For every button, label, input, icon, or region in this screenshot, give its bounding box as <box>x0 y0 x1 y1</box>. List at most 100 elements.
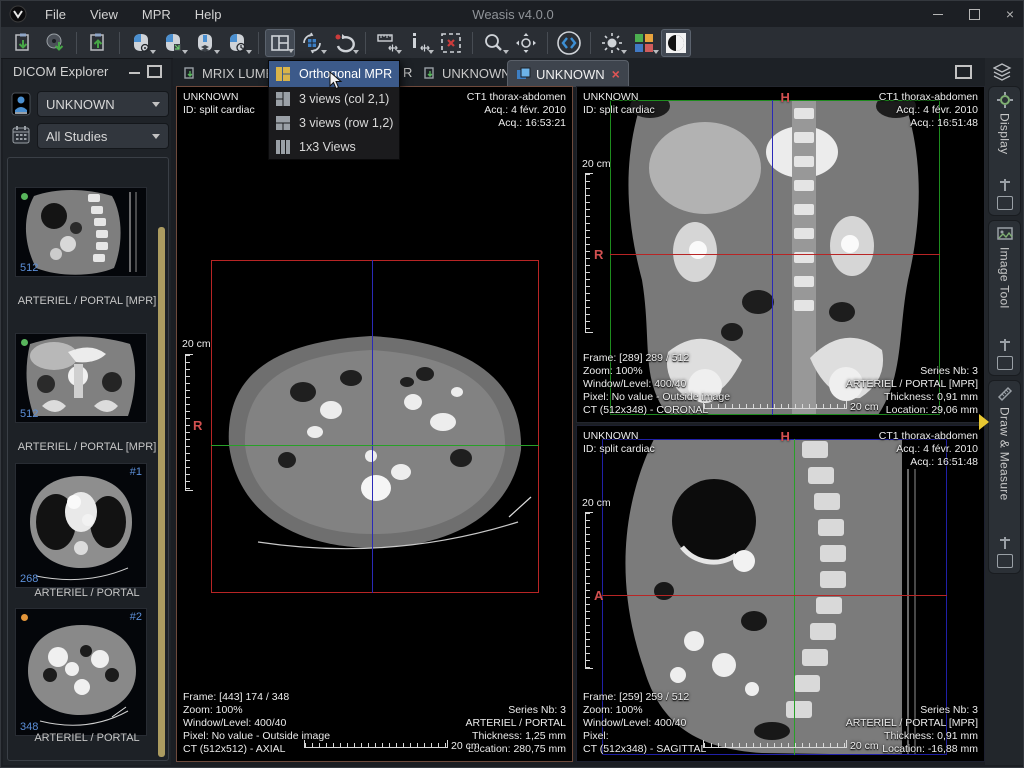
dicom-export-icon[interactable] <box>83 29 113 57</box>
layout-row12-icon <box>275 115 291 131</box>
orientation-left: R <box>594 247 603 262</box>
mouse-middle-button-icon[interactable] <box>190 29 220 57</box>
horizontal-ruler <box>304 740 448 748</box>
thumbnail-series-4[interactable]: #2 348 <box>15 608 147 736</box>
sidebar-tab-display[interactable]: Display <box>988 86 1021 216</box>
overlay-top-right: CT1 thorax-abdomenAcq.: 4 févr. 2010Acq.… <box>467 91 566 130</box>
mouse-right-button-icon[interactable] <box>158 29 188 57</box>
crosshair-navigation-icon[interactable] <box>554 29 584 57</box>
lut-icon[interactable] <box>629 29 659 57</box>
vertical-ruler <box>185 354 193 491</box>
detach-icon[interactable] <box>997 356 1013 370</box>
mpr-sagittal-line[interactable] <box>772 100 773 415</box>
orientation-top: H <box>781 90 790 105</box>
maximize-button[interactable] <box>965 5 983 23</box>
tab-close-icon[interactable]: × <box>612 66 620 82</box>
tab-unknown-2-active[interactable]: UNKNOWN × <box>507 60 629 87</box>
selection-delete-icon[interactable] <box>436 29 466 57</box>
layout-1x3-icon <box>275 139 291 155</box>
series-open-dot <box>21 193 28 200</box>
cd-import-icon[interactable] <box>40 29 70 57</box>
overlay-bottom-right: Series Nb: 3ARTERIEL / PORTALThickness: … <box>465 704 566 756</box>
mpr-axial-line[interactable] <box>610 254 940 255</box>
pin-icon[interactable] <box>1000 537 1010 549</box>
menu-item-1x3-views[interactable]: 1x3 Views <box>269 135 399 159</box>
thumbnail-series-3[interactable]: #1 268 <box>15 463 147 588</box>
display-settings-icon <box>997 92 1013 108</box>
tab-unknown-1[interactable]: UNKNOWN <box>415 60 519 86</box>
study-select[interactable]: All Studies <box>37 123 169 149</box>
horizontal-ruler <box>703 740 847 748</box>
overlay-top-left: UNKNOWNID: split cardiac <box>183 91 255 117</box>
mpr-coronal-line[interactable] <box>211 445 539 446</box>
vertical-ruler-label: 20 cm <box>182 338 211 351</box>
series-badge: #1 <box>130 466 142 478</box>
series-label: ARTERIEL / PORTAL [MPR] <box>7 295 167 307</box>
overlay-top-right: CT1 thorax-abdomenAcq.: 4 févr. 2010Acq.… <box>879 430 978 469</box>
tab-partial-label: R <box>403 65 412 80</box>
detach-icon[interactable] <box>997 196 1013 210</box>
measurement-tools-icon[interactable] <box>372 29 402 57</box>
mpr-coronal-line[interactable] <box>794 439 795 755</box>
vertical-ruler-label: 20 cm <box>582 158 611 171</box>
series-count: 512 <box>20 408 38 420</box>
series-badge: #2 <box>130 611 142 623</box>
pan-icon[interactable] <box>511 29 541 57</box>
dicom-import-icon[interactable] <box>8 29 38 57</box>
viewport-coronal[interactable]: UNKNOWNID: split cardiac CT1 thorax-abdo… <box>576 86 985 423</box>
calendar-icon <box>12 125 30 145</box>
overlay-top-left: UNKNOWNID: split cardiac <box>583 91 655 117</box>
layout-col21-icon <box>275 91 291 107</box>
collapse-arrow-icon[interactable] <box>979 414 989 430</box>
horizontal-ruler-label: 20 cm <box>850 740 879 753</box>
sidebar-tab-draw-measure[interactable]: Draw & Measure <box>988 380 1021 574</box>
weasis-window: Weasis v4.0.0 File View MPR Help × <box>0 0 1024 768</box>
explorer-title: DICOM Explorer <box>13 64 108 79</box>
menu-view[interactable]: View <box>78 7 130 22</box>
detach-icon[interactable] <box>997 554 1013 568</box>
tab-mrix-lumb[interactable]: MRIX LUMB <box>175 60 282 86</box>
pin-icon[interactable] <box>1000 179 1010 191</box>
orientation-left: A <box>594 588 603 603</box>
invert-lut-icon[interactable] <box>661 29 691 57</box>
menu-item-3views-row[interactable]: 3 views (row 1,2) <box>269 111 399 135</box>
right-sidebar: Display Image Tool Draw & Measure <box>985 58 1024 765</box>
explorer-detach-icon[interactable] <box>147 65 162 78</box>
layout-icon[interactable] <box>265 29 295 57</box>
horizontal-ruler-label: 20 cm <box>850 401 879 414</box>
viewport-sagittal[interactable]: UNKNOWNID: split cardiac CT1 thorax-abdo… <box>576 425 985 762</box>
weasis-logo-icon <box>9 5 27 23</box>
overlay-top-right: CT1 thorax-abdomenAcq.: 4 févr. 2010Acq.… <box>879 91 978 130</box>
series-label: ARTERIEL / PORTAL [MPR] <box>7 441 167 453</box>
mpr-axial-line[interactable] <box>602 595 947 596</box>
series-tab-icon <box>183 66 197 80</box>
mouse-cursor <box>329 71 343 91</box>
orientation-left: R <box>193 418 202 433</box>
window-level-icon[interactable] <box>597 29 627 57</box>
mpr-sagittal-line[interactable] <box>372 260 373 593</box>
overlay-bottom-left: Frame: [259] 259 / 512Zoom: 100%Window/L… <box>583 691 706 756</box>
menu-mpr[interactable]: MPR <box>130 7 183 22</box>
mouse-left-button-icon[interactable] <box>126 29 156 57</box>
mouse-wheel-icon[interactable] <box>222 29 252 57</box>
layers-icon[interactable] <box>993 63 1013 81</box>
vertical-ruler-label: 20 cm <box>582 497 611 510</box>
maximize-view-icon[interactable] <box>955 65 972 79</box>
series-count: 512 <box>20 262 38 274</box>
thumbnail-series-2[interactable]: 512 <box>15 333 147 423</box>
annotation-tools-icon[interactable] <box>404 29 434 57</box>
patient-select[interactable]: UNKNOWN <box>37 91 169 117</box>
synch-icon[interactable] <box>297 29 327 57</box>
reset-icon[interactable] <box>329 29 359 57</box>
zoom-icon[interactable] <box>479 29 509 57</box>
series-label: ARTERIEL / PORTAL <box>7 732 167 744</box>
sidebar-tab-image-tool[interactable]: Image Tool <box>988 220 1021 376</box>
menu-help[interactable]: Help <box>183 7 234 22</box>
thumbnail-series-1[interactable]: 512 <box>15 187 147 277</box>
minimize-button[interactable] <box>929 5 947 23</box>
viewport-axial[interactable]: UNKNOWNID: split cardiac CT1 thorax-abdo… <box>176 86 573 762</box>
close-button[interactable]: × <box>1001 5 1019 23</box>
explorer-minimize-icon[interactable] <box>129 72 140 74</box>
pin-icon[interactable] <box>1000 339 1010 351</box>
menu-file[interactable]: File <box>33 7 78 22</box>
